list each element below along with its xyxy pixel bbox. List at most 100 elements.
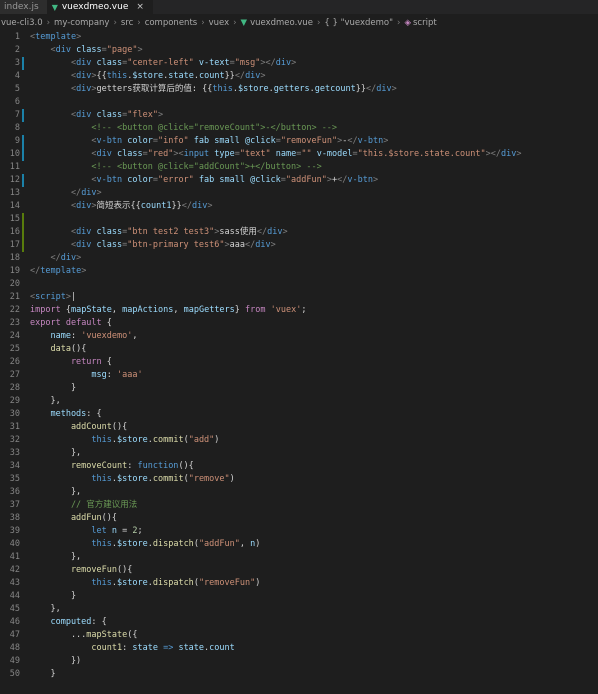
code-text: <script>| xyxy=(30,291,76,304)
code-line[interactable]: 1 <template> xyxy=(0,31,598,44)
code-token: import xyxy=(30,305,61,315)
close-icon[interactable]: × xyxy=(136,2,144,12)
code-line[interactable]: 42 removeFun(){ xyxy=(0,564,598,577)
code-line[interactable]: 24 name: 'vuexdemo', xyxy=(0,330,598,343)
code-token: : xyxy=(106,370,118,380)
code-token: class xyxy=(70,45,102,55)
tab-vuexdmeo-vue[interactable]: ▼ vuexdmeo.vue × xyxy=(47,0,153,14)
code-line[interactable]: 4 <div>{{this.$store.state.count}}</div> xyxy=(0,70,598,83)
code-line[interactable]: 48 count1: state => state.count xyxy=(0,642,598,655)
code-editor[interactable]: 1 <template> 2 <div class="page"> 3 <div cl… xyxy=(0,31,598,681)
code-line[interactable]: 29 }, xyxy=(0,395,598,408)
code-text: </div> xyxy=(30,252,81,265)
code-token: v-text xyxy=(193,58,230,68)
code-token: "removeFun" xyxy=(198,578,256,588)
code-token: commit xyxy=(152,435,184,445)
code-line[interactable]: 14 <div>简短表示{{count1}}</div> xyxy=(0,200,598,213)
code-line[interactable]: 31 addCount(){ xyxy=(0,421,598,434)
line-number: 27 xyxy=(9,370,20,380)
code-token: : xyxy=(127,461,138,471)
code-line[interactable]: 8 <!-- <button @click="removeCount">-</b… xyxy=(0,122,598,135)
code-line[interactable]: 43 this.$store.dispatch("removeFun") xyxy=(0,577,598,590)
code-token: removeCount xyxy=(30,461,128,471)
code-line[interactable]: 17 <div class="btn-primary test6">aaa</d… xyxy=(0,239,598,252)
code-line[interactable]: 49 }) xyxy=(0,655,598,668)
code-text: }, xyxy=(30,551,81,564)
line-number: 33 xyxy=(9,448,20,458)
code-token: ) xyxy=(229,474,235,484)
breadcrumb-item[interactable]: vuex xyxy=(209,18,230,28)
code-text: }, xyxy=(30,395,60,408)
code-line[interactable]: 7 <div class="flex"> xyxy=(0,109,598,122)
line-number: 39 xyxy=(9,526,20,536)
line-number: 38 xyxy=(9,513,20,523)
code-line[interactable]: 2 <div class="page"> xyxy=(0,44,598,57)
code-token: aaa xyxy=(229,240,245,250)
breadcrumb-item[interactable]: vue-cli3.0 xyxy=(1,18,43,28)
code-line[interactable]: 26 return { xyxy=(0,356,598,369)
code-line[interactable]: 18 </div> xyxy=(0,252,598,265)
git-modified-marker xyxy=(22,174,24,187)
line-number: 7 xyxy=(14,110,20,120)
breadcrumb-item[interactable]: script xyxy=(413,18,437,28)
code-line[interactable]: 27 msg: 'aaa' xyxy=(0,369,598,382)
code-line[interactable]: 37 // 官方建议用法 xyxy=(0,499,598,512)
code-line[interactable]: 6 xyxy=(0,96,598,109)
chevron-right-icon: › xyxy=(46,17,51,28)
code-text: // 官方建议用法 xyxy=(30,499,137,512)
code-token: } xyxy=(234,305,246,315)
code-line[interactable]: 32 this.$store.commit("add") xyxy=(0,434,598,447)
code-line[interactable]: 9 <v-btn color="info" fab small @click="… xyxy=(0,135,598,148)
code-text: <div>{{this.$store.state.count}}</div> xyxy=(30,70,266,83)
code-token: }} xyxy=(355,84,366,94)
line-number: 9 xyxy=(14,136,20,146)
code-line[interactable]: 16 <div class="btn test2 test3">sass使用</… xyxy=(0,226,598,239)
breadcrumb-item[interactable]: src xyxy=(121,18,133,28)
code-token: : xyxy=(122,643,133,653)
breadcrumb-item[interactable]: vuexdmeo.vue xyxy=(250,18,313,28)
code-line[interactable]: 13 </div> xyxy=(0,187,598,200)
code-line[interactable]: 35 this.$store.commit("remove") xyxy=(0,473,598,486)
code-line[interactable]: 38 addFun(){ xyxy=(0,512,598,525)
code-line[interactable]: 15 xyxy=(0,213,598,226)
code-line[interactable]: 11 <!-- <button @click="addCount">+</but… xyxy=(0,161,598,174)
code-line[interactable]: 19 </template> xyxy=(0,265,598,278)
code-token: }) xyxy=(30,656,82,666)
code-line[interactable]: 39 let n = 2; xyxy=(0,525,598,538)
code-token: } xyxy=(30,591,77,601)
code-line[interactable]: 10 <div class="red"><input type="text" n… xyxy=(0,148,598,161)
code-token: div xyxy=(76,58,92,68)
code-line[interactable]: 3 <div class="center-left" v-text="msg">… xyxy=(0,57,598,70)
code-line[interactable]: 23 export default { xyxy=(0,317,598,330)
code-line[interactable]: 12 <v-btn color="error" fab small @click… xyxy=(0,174,598,187)
code-token: {{ xyxy=(96,71,107,81)
code-line[interactable]: 40 this.$store.dispatch("addFun", n) xyxy=(0,538,598,551)
code-line[interactable]: 33 }, xyxy=(0,447,598,460)
code-line[interactable]: 44 } xyxy=(0,590,598,603)
code-line[interactable]: 5 <div>getters获取计算后的值: {{this.$store.get… xyxy=(0,83,598,96)
code-line[interactable]: 47 ...mapState({ xyxy=(0,629,598,642)
code-token: script xyxy=(35,292,66,302)
line-number: 50 xyxy=(9,669,20,679)
code-line[interactable]: 36 }, xyxy=(0,486,598,499)
code-line[interactable]: 50 } xyxy=(0,668,598,681)
code-line[interactable]: 46 computed: { xyxy=(0,616,598,629)
code-text: }, xyxy=(30,486,81,499)
code-text: data(){ xyxy=(30,343,86,356)
code-line[interactable]: 20 xyxy=(0,278,598,291)
code-line[interactable]: 41 }, xyxy=(0,551,598,564)
code-line[interactable]: 22 import {mapState, mapActions, mapGette… xyxy=(0,304,598,317)
code-line[interactable]: 25 data(){ xyxy=(0,343,598,356)
tab-index-js[interactable]: index.js xyxy=(0,0,48,14)
breadcrumb-item[interactable]: { } "vuexdemo" xyxy=(324,18,393,28)
code-token: div xyxy=(275,58,292,68)
code-token: v-model xyxy=(311,149,353,159)
breadcrumb-item[interactable]: components xyxy=(145,18,198,28)
code-line[interactable]: 28 } xyxy=(0,382,598,395)
breadcrumb-item[interactable]: my-company xyxy=(54,18,109,28)
code-line[interactable]: 30 methods: { xyxy=(0,408,598,421)
git-added-marker xyxy=(22,213,24,226)
code-line[interactable]: 45 }, xyxy=(0,603,598,616)
code-line[interactable]: 34 removeCount: function(){ xyxy=(0,460,598,473)
code-line[interactable]: 21 <script>| xyxy=(0,291,598,304)
